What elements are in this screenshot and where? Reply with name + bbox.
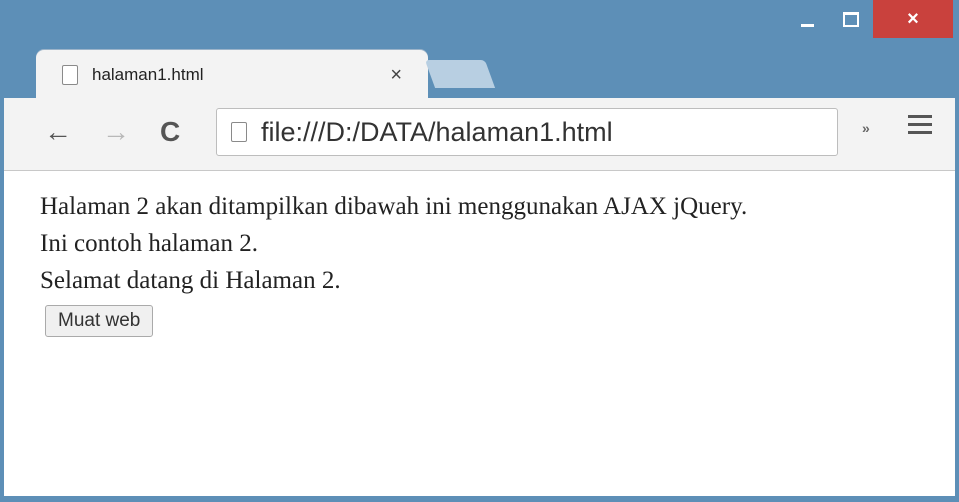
- new-tab-button[interactable]: [424, 60, 496, 88]
- close-window-button[interactable]: ×: [873, 0, 953, 38]
- forward-arrow-icon[interactable]: →: [102, 116, 130, 148]
- url-text[interactable]: file:///D:/DATA/halaman1.html: [261, 117, 613, 148]
- address-bar[interactable]: file:///D:/DATA/halaman1.html: [216, 108, 838, 156]
- tab-halaman1[interactable]: halaman1.html ×: [36, 50, 428, 100]
- maximize-icon: [843, 11, 859, 27]
- content-line-3: Selamat datang di Halaman 2.: [40, 267, 341, 294]
- close-icon: ×: [907, 7, 919, 30]
- tab-close-icon[interactable]: ×: [390, 64, 402, 87]
- browser-toolbar: ← → C file:///D:/DATA/halaman1.html »: [4, 98, 955, 171]
- maximize-button[interactable]: [829, 0, 873, 38]
- minimize-button[interactable]: [785, 0, 829, 38]
- back-arrow-icon[interactable]: ←: [44, 116, 72, 148]
- page-icon: [231, 122, 247, 142]
- window-controls: ×: [785, 0, 953, 40]
- menu-icon[interactable]: [908, 115, 932, 134]
- page-icon: [62, 65, 78, 85]
- content-line-2: Ini contoh halaman 2.: [40, 230, 258, 257]
- tab-strip: halaman1.html ×: [0, 40, 959, 100]
- tab-title: halaman1.html: [92, 65, 204, 84]
- browser-window: × halaman1.html × ← → C file:///D:/DATA/…: [0, 0, 959, 502]
- page-content: Halaman 2 akan ditampilkan dibawah ini m…: [4, 171, 955, 496]
- window-bottom-edge: [0, 496, 959, 502]
- load-web-button[interactable]: Muat web: [45, 305, 154, 337]
- reload-icon[interactable]: C: [160, 116, 180, 148]
- minimize-icon: [800, 23, 814, 27]
- content-line-1: Halaman 2 akan ditampilkan dibawah ini m…: [40, 193, 748, 220]
- extensions-chevron-icon[interactable]: »: [862, 120, 870, 136]
